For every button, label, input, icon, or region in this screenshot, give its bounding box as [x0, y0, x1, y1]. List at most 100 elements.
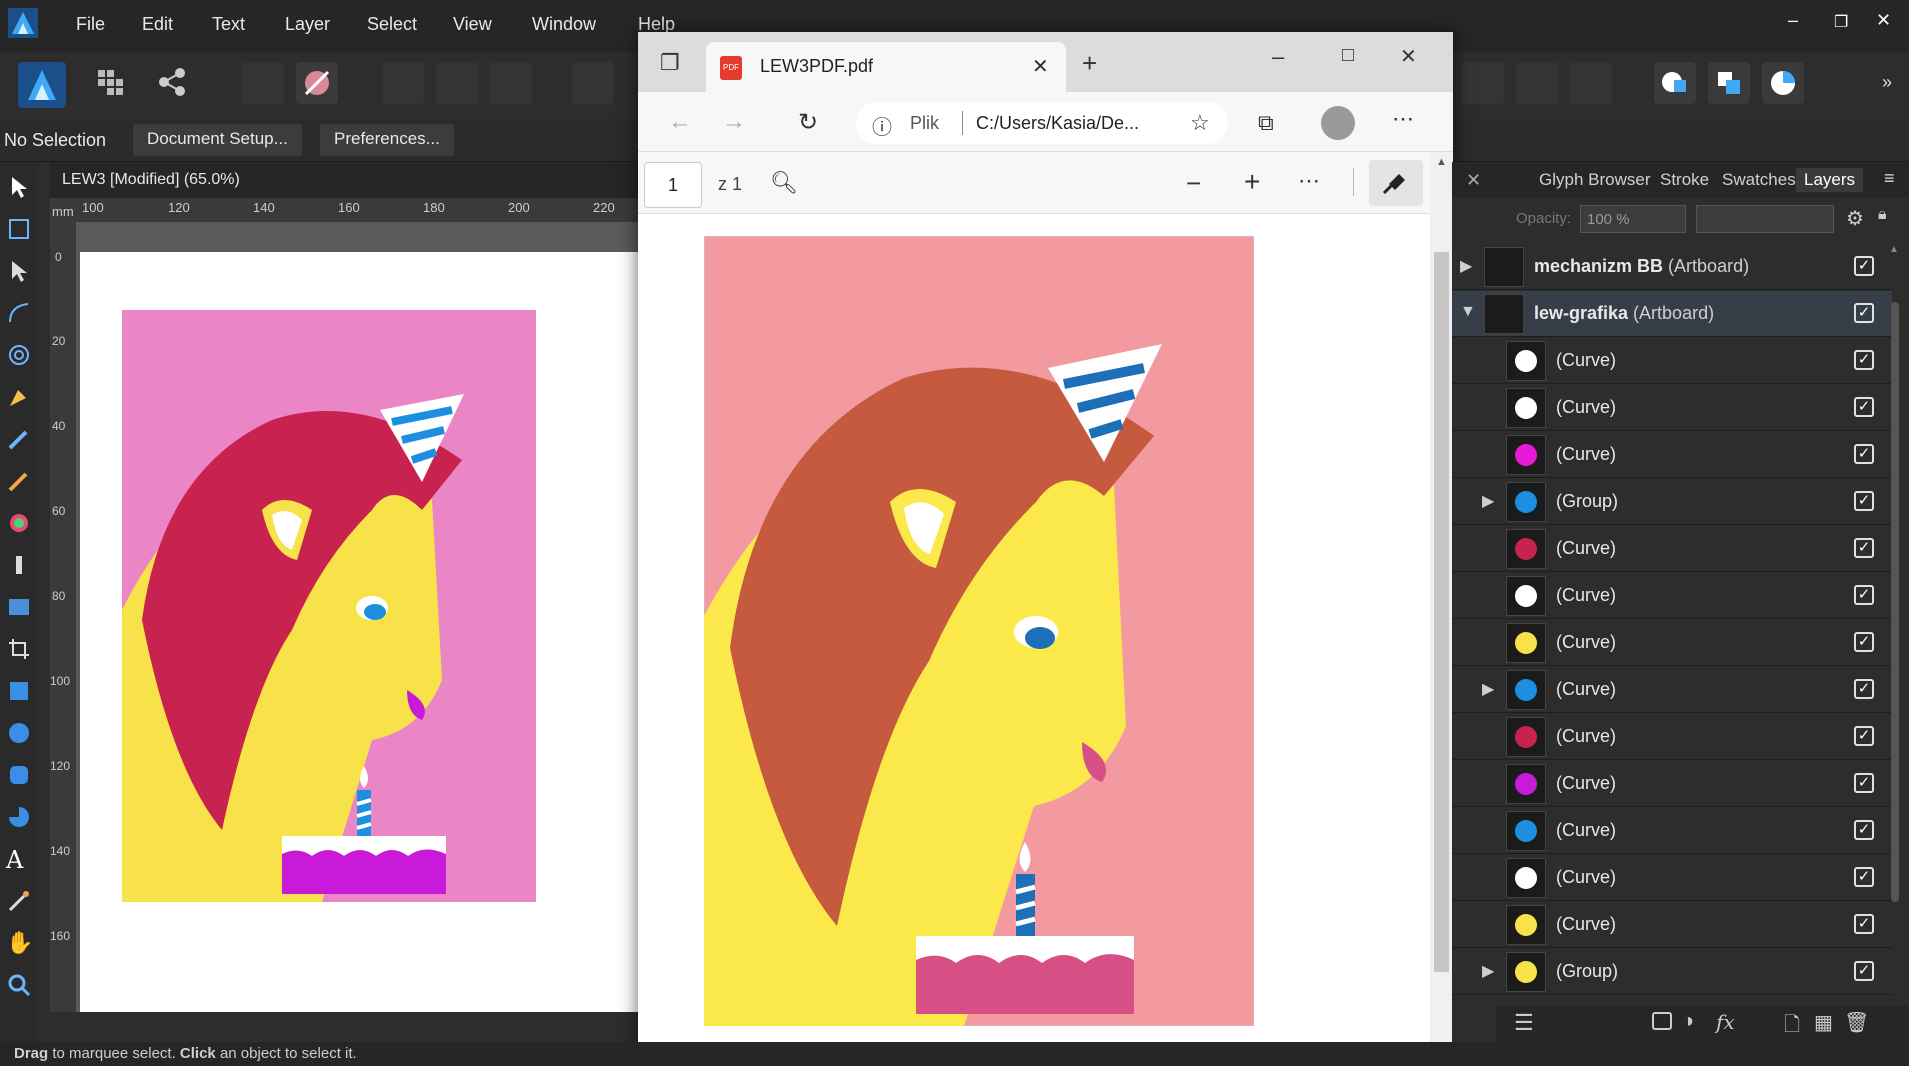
tab-swatches[interactable]: Swatches [1722, 170, 1796, 190]
menu-edit[interactable]: Edit [142, 14, 173, 35]
color-picker-icon[interactable] [6, 888, 32, 914]
browser-tab[interactable]: PDF LEW3PDF.pdf ✕ [706, 42, 1066, 92]
artboard-tool-icon[interactable] [6, 216, 32, 242]
boolean-subtract-icon[interactable] [1462, 62, 1504, 104]
layer-row[interactable]: ▶ (Group) ✓ [1452, 949, 1892, 995]
move-tool-icon[interactable] [6, 174, 32, 200]
layer-visibility-checkbox[interactable]: ✓ [1854, 867, 1874, 887]
close-document-icon[interactable]: ✕ [1466, 170, 1481, 191]
expand-arrow-icon[interactable]: ▶ [1460, 256, 1472, 276]
no-edit-icon[interactable] [296, 62, 338, 104]
menu-file[interactable]: File [76, 14, 105, 35]
layer-row[interactable]: ▶ mechanizm BB (Artboard) ✓ [1452, 244, 1892, 290]
mask-icon[interactable] [1652, 1012, 1672, 1030]
collapse-arrow-icon[interactable]: ▼ [1460, 303, 1476, 321]
vertical-ruler[interactable]: 0 20 40 60 80 100 120 140 160 [50, 222, 76, 1012]
preferences-button[interactable]: Preferences... [320, 124, 454, 156]
document-page[interactable] [80, 252, 640, 1012]
layer-visibility-checkbox[interactable]: ✓ [1854, 726, 1874, 746]
layer-row[interactable]: ▼ lew-grafika (Artboard) ✓ [1452, 291, 1892, 337]
page-number-input[interactable]: 1 [644, 162, 702, 208]
export-persona-icon[interactable] [156, 66, 188, 98]
pie-tool-icon[interactable] [6, 804, 32, 830]
layer-row[interactable]: ▶ (Group) ✓ [1452, 479, 1892, 525]
snap-transform-icon[interactable] [490, 62, 532, 104]
ellipse-tool-icon[interactable] [6, 720, 32, 746]
profile-avatar[interactable] [1321, 106, 1355, 140]
scroll-up-icon[interactable]: ▲ [1436, 156, 1447, 168]
layer-visibility-checkbox[interactable]: ✓ [1854, 491, 1874, 511]
layers-scroll-up-icon[interactable]: ▲ [1889, 244, 1899, 255]
hand-tool-icon[interactable]: ✋ [6, 930, 33, 956]
brush-tool-icon[interactable] [6, 468, 32, 494]
place-image-icon[interactable] [6, 594, 32, 620]
expand-arrow-icon[interactable]: ▶ [1482, 491, 1494, 511]
back-icon[interactable]: ← [668, 108, 692, 136]
rounded-rect-tool-icon[interactable] [6, 762, 32, 788]
snap-grid-icon[interactable] [436, 62, 478, 104]
rectangle-tool-icon[interactable] [6, 678, 32, 704]
settings-more-icon[interactable]: ⋯ [1392, 106, 1414, 132]
blend-mode-select[interactable] [1696, 205, 1834, 233]
layer-visibility-checkbox[interactable]: ✓ [1854, 820, 1874, 840]
affinity-designer-logo-icon[interactable] [8, 8, 38, 38]
add-layer-icon[interactable]: 🗋︎ [1784, 1010, 1800, 1044]
panel-menu-icon[interactable]: ≡ [1884, 168, 1895, 189]
layer-row[interactable]: (Curve) ✓ [1452, 620, 1892, 666]
menu-view[interactable]: View [453, 14, 492, 35]
tab-glyph-browser[interactable]: Glyph Browser [1539, 170, 1650, 190]
pencil-tool-icon[interactable] [6, 426, 32, 452]
tab-layers[interactable]: Layers [1796, 168, 1864, 192]
minimize-icon[interactable]: – [1788, 10, 1798, 31]
layer-visibility-checkbox[interactable]: ✓ [1854, 679, 1874, 699]
crop-tool-icon[interactable] [6, 636, 32, 662]
layer-visibility-checkbox[interactable]: ✓ [1854, 444, 1874, 464]
layer-row[interactable]: (Curve) ✓ [1452, 761, 1892, 807]
layer-visibility-checkbox[interactable]: ✓ [1854, 914, 1874, 934]
layer-row[interactable]: (Curve) ✓ [1452, 808, 1892, 854]
contour-tool-icon[interactable] [6, 342, 32, 368]
layer-row[interactable]: (Curve) ✓ [1452, 526, 1892, 572]
insert-behind-icon[interactable] [1654, 62, 1696, 104]
browser-minimize-icon[interactable]: – [1272, 44, 1284, 70]
layer-visibility-checkbox[interactable]: ✓ [1854, 961, 1874, 981]
address-bar[interactable]: ⓘ Plik C:/Users/Kasia/De... ☆ [856, 102, 1228, 144]
layer-row[interactable]: (Curve) ✓ [1452, 855, 1892, 901]
toolbar-overflow-icon[interactable]: » [1882, 72, 1892, 93]
designer-persona-button[interactable] [18, 62, 66, 108]
layers-stack-icon[interactable]: ☰ [1514, 1010, 1534, 1036]
layer-row[interactable]: ▶ (Curve) ✓ [1452, 667, 1892, 713]
favorite-icon[interactable]: ☆ [1190, 110, 1210, 136]
pdf-more-icon[interactable]: ⋯ [1298, 168, 1320, 194]
layer-row[interactable]: (Curve) ✓ [1452, 714, 1892, 760]
pdf-search-icon[interactable]: 🔍︎ [770, 170, 798, 196]
layers-scroll-thumb[interactable] [1891, 302, 1899, 902]
pen-tool-icon[interactable] [6, 384, 32, 410]
layer-row[interactable]: (Curve) ✓ [1452, 573, 1892, 619]
layer-row[interactable]: (Curve) ✓ [1452, 902, 1892, 948]
adjustment-icon[interactable]: ◑ [1682, 1010, 1694, 1033]
lock-icon[interactable]: 🔒︎ [1878, 206, 1887, 224]
layer-visibility-checkbox[interactable]: ✓ [1854, 350, 1874, 370]
browser-close-icon[interactable]: ✕ [1400, 44, 1417, 69]
browser-maximize-icon[interactable]: □ [1342, 44, 1354, 67]
zoom-out-icon[interactable]: − [1186, 168, 1201, 199]
add-pixel-layer-icon[interactable]: ▦ [1814, 1010, 1833, 1035]
pixel-persona-icon[interactable] [96, 68, 126, 98]
layer-visibility-checkbox[interactable]: ✓ [1854, 256, 1874, 276]
tab-close-icon[interactable]: ✕ [1032, 54, 1049, 79]
arrange-icon[interactable] [572, 62, 614, 104]
close-icon[interactable]: ✕ [1876, 10, 1891, 31]
snap-bounds-icon[interactable] [382, 62, 424, 104]
layer-visibility-checkbox[interactable]: ✓ [1854, 773, 1874, 793]
zoom-tool-icon[interactable] [6, 972, 32, 998]
menu-text[interactable]: Text [212, 14, 245, 35]
lion-artwork-canvas[interactable] [122, 310, 536, 902]
transparency-tool-icon[interactable] [6, 552, 32, 578]
layer-visibility-checkbox[interactable]: ✓ [1854, 632, 1874, 652]
fill-tool-icon[interactable] [6, 510, 32, 536]
pdf-scroll-thumb[interactable] [1434, 252, 1449, 972]
layers-scrollbar[interactable]: ▲ [1888, 244, 1902, 1002]
insert-inside-icon[interactable] [1762, 62, 1804, 104]
boolean-intersect-icon[interactable] [1516, 62, 1558, 104]
